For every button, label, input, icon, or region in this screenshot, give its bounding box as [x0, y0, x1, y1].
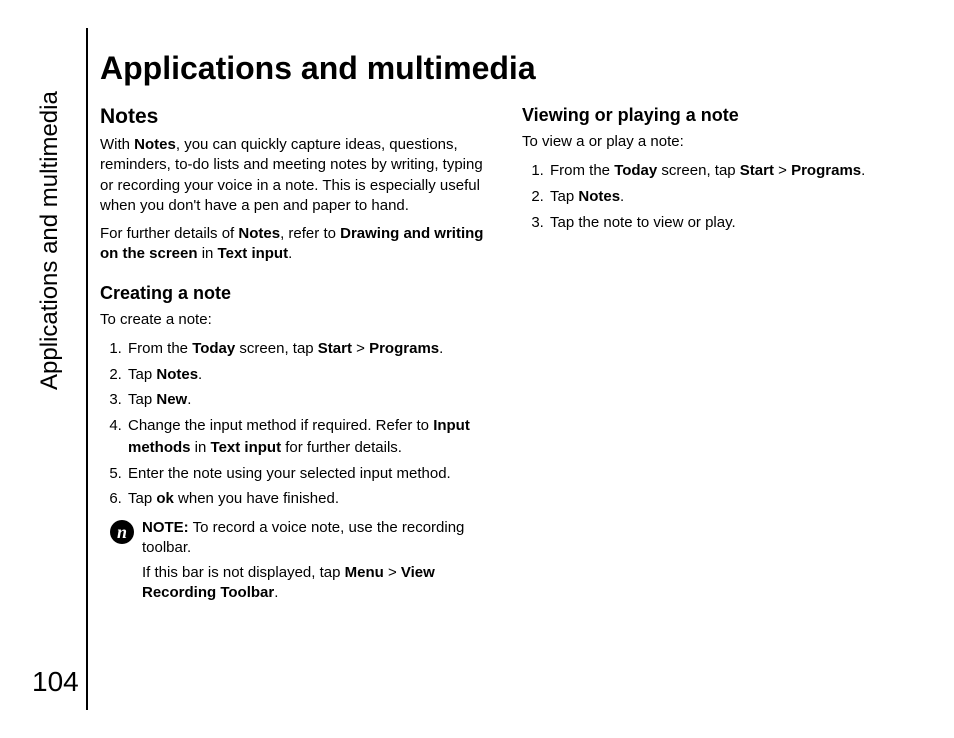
- two-column-layout: Notes With Notes, you can quickly captur…: [100, 105, 914, 607]
- list-item: Tap Notes.: [126, 364, 492, 386]
- page-number: 104: [32, 666, 79, 698]
- text: Enter the note using your selected input…: [128, 465, 451, 482]
- text: screen, tap: [657, 162, 740, 179]
- bold-text: New: [156, 391, 187, 408]
- notes-intro-paragraph: With Notes, you can quickly capture idea…: [100, 135, 492, 216]
- text: Tap: [128, 366, 156, 383]
- text: From the: [550, 162, 614, 179]
- bold-text: Programs: [369, 340, 439, 357]
- text: >: [352, 340, 369, 357]
- text: in: [198, 245, 218, 262]
- text: .: [620, 188, 624, 205]
- list-item: From the Today screen, tap Start > Progr…: [548, 160, 914, 182]
- content-area: Applications and multimedia Notes With N…: [100, 50, 914, 698]
- creating-note-steps: From the Today screen, tap Start > Progr…: [100, 338, 492, 510]
- text: Tap the note to view or play.: [550, 214, 736, 231]
- list-item: Tap ok when you have finished.: [126, 488, 492, 510]
- bold-text: Start: [740, 162, 774, 179]
- text: If this bar is not displayed, tap: [142, 564, 345, 581]
- bold-text: Start: [318, 340, 352, 357]
- document-page: Applications and multimedia 104 Applicat…: [0, 0, 954, 738]
- notes-heading: Notes: [100, 105, 492, 129]
- note-icon: n: [110, 520, 134, 544]
- note-text: NOTE: To record a voice note, use the re…: [142, 518, 492, 607]
- page-title: Applications and multimedia: [100, 50, 914, 87]
- text: in: [191, 439, 211, 456]
- bold-text: Notes: [578, 188, 620, 205]
- note-callout: n NOTE: To record a voice note, use the …: [100, 518, 492, 607]
- bold-text: ok: [156, 490, 174, 507]
- list-item: Tap Notes.: [548, 186, 914, 208]
- side-section-label: Applications and multimedia: [36, 91, 64, 390]
- text: .: [861, 162, 865, 179]
- bold-text: Text input: [211, 439, 282, 456]
- bold-text: Menu: [345, 564, 384, 581]
- bold-text: NOTE:: [142, 519, 189, 536]
- text: .: [288, 245, 292, 262]
- list-item: Enter the note using your selected input…: [126, 463, 492, 485]
- creating-note-heading: Creating a note: [100, 283, 492, 304]
- text: screen, tap: [235, 340, 318, 357]
- note-line-2: If this bar is not displayed, tap Menu >…: [142, 563, 492, 604]
- text: Tap: [128, 391, 156, 408]
- bold-text: Text input: [218, 245, 289, 262]
- text: >: [384, 564, 401, 581]
- text: >: [774, 162, 791, 179]
- bold-text: Today: [192, 340, 235, 357]
- list-item: From the Today screen, tap Start > Progr…: [126, 338, 492, 360]
- list-item: Tap the note to view or play.: [548, 212, 914, 234]
- right-column: Viewing or playing a note To view a or p…: [522, 105, 914, 607]
- viewing-steps: From the Today screen, tap Start > Progr…: [522, 160, 914, 233]
- text: .: [439, 340, 443, 357]
- text: when you have finished.: [174, 490, 339, 507]
- list-item: Tap New.: [126, 389, 492, 411]
- bold-text: Notes: [156, 366, 198, 383]
- note-line-1: NOTE: To record a voice note, use the re…: [142, 518, 492, 559]
- text: for further details.: [281, 439, 402, 456]
- text: .: [274, 584, 278, 601]
- creating-note-intro: To create a note:: [100, 310, 492, 330]
- text: From the: [128, 340, 192, 357]
- text: With: [100, 136, 134, 153]
- viewing-heading: Viewing or playing a note: [522, 105, 914, 126]
- bold-text: Notes: [134, 136, 176, 153]
- text: For further details of: [100, 225, 238, 242]
- bold-text: Notes: [238, 225, 280, 242]
- notes-ref-paragraph: For further details of Notes, refer to D…: [100, 224, 492, 265]
- bold-text: Today: [614, 162, 657, 179]
- vertical-rule: [86, 28, 88, 710]
- text: Change the input method if required. Ref…: [128, 417, 433, 434]
- text: Tap: [128, 490, 156, 507]
- text: Tap: [550, 188, 578, 205]
- text: To record a voice note, use the recordin…: [142, 519, 464, 556]
- viewing-intro: To view a or play a note:: [522, 132, 914, 152]
- bold-text: Programs: [791, 162, 861, 179]
- text: , refer to: [280, 225, 340, 242]
- text: .: [198, 366, 202, 383]
- text: .: [187, 391, 191, 408]
- list-item: Change the input method if required. Ref…: [126, 415, 492, 459]
- left-column: Notes With Notes, you can quickly captur…: [100, 105, 492, 607]
